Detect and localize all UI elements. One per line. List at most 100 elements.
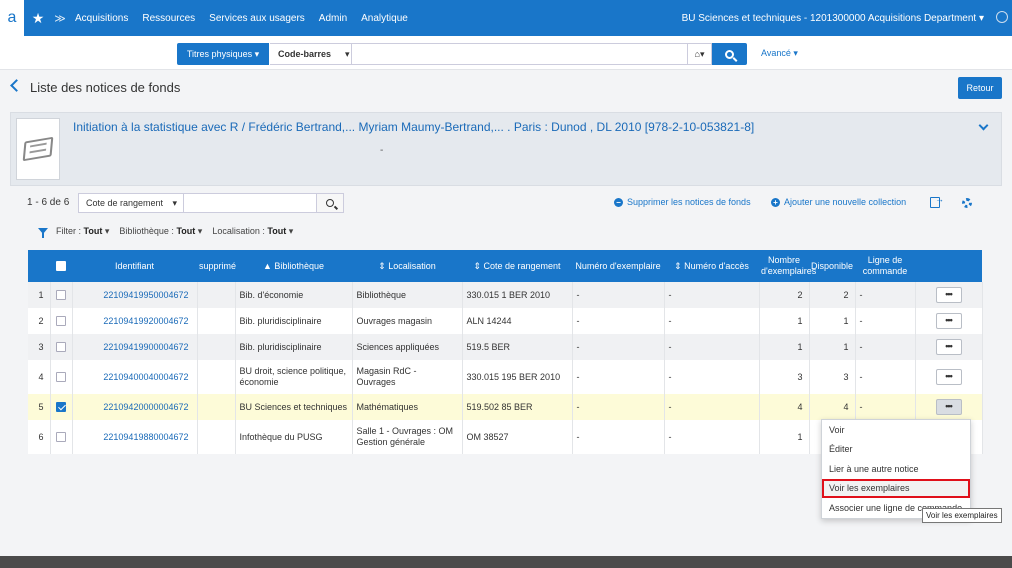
row-more-button[interactable]: ••• — [935, 313, 962, 329]
nav-item-ressources[interactable]: Ressources — [135, 13, 202, 24]
table-header-row: Identifiant supprimé ▲ Bibliothèque ⇕ Lo… — [28, 250, 982, 282]
sort-field-dropdown[interactable]: Cote de rangement ▾ — [78, 193, 184, 213]
row-numero-exemplaire: - — [572, 360, 665, 394]
row-more-button[interactable]: ••• — [935, 287, 962, 303]
search-field-dropdown[interactable]: Code-barres ▾ — [270, 43, 352, 65]
row-identifiant-link[interactable]: 22109400040004672 — [72, 360, 198, 394]
top-navigation-bar: a ★ ≫ Acquisitions Ressources Services a… — [0, 0, 1012, 36]
header-cote[interactable]: ⇕ Cote de rangement — [462, 250, 572, 282]
nav-item-services-usagers[interactable]: Services aux usagers — [202, 13, 312, 24]
row-number: 6 — [28, 420, 51, 454]
search-button[interactable] — [712, 43, 747, 65]
table-row-selected[interactable]: 5 22109420000004672 BU Sciences et techn… — [28, 394, 983, 420]
retour-button[interactable]: Retour — [958, 77, 1002, 99]
header-nombre-exemplaires[interactable]: Nombre d'exemplaires — [759, 250, 816, 282]
gear-icon[interactable] — [962, 198, 972, 208]
header-numero-acces[interactable]: ⇕ Numéro d'accès — [664, 250, 759, 282]
row-numero-exemplaire: - — [572, 282, 665, 308]
back-arrow-icon[interactable] — [10, 79, 23, 92]
row-localisation: Salle 1 - Ouvrages : OM Gestion générale — [352, 420, 463, 454]
app-logo[interactable]: a — [0, 0, 24, 36]
nav-item-analytique[interactable]: Analytique — [354, 13, 415, 24]
search-scope-dropdown[interactable]: Titres physiques ▾ — [177, 43, 269, 65]
menu-item-voir[interactable]: Voir — [822, 420, 970, 440]
row-actions: ••• — [915, 394, 983, 420]
row-actions: ••• — [915, 334, 983, 360]
row-ligne-commande: - — [855, 394, 916, 420]
favorites-star-icon[interactable]: ★ — [24, 10, 52, 27]
menu-item-editer[interactable]: Éditer — [822, 440, 970, 460]
chevron-down-icon: ▾ — [172, 197, 177, 208]
search-input[interactable] — [352, 43, 688, 65]
chevron-down-icon[interactable] — [978, 120, 989, 131]
row-more-button[interactable]: ••• — [935, 339, 962, 355]
filter-library-dropdown[interactable]: Bibliothèque : Tout ▾ — [119, 226, 202, 237]
table-row[interactable]: 1 22109419950004672 Bib. d'économie Bibl… — [28, 282, 983, 308]
row-numero-exemplaire: - — [572, 394, 665, 420]
header-disponible[interactable]: Disponible — [809, 250, 855, 282]
row-identifiant-link[interactable]: 22109419950004672 — [72, 282, 198, 308]
header-ligne-commande[interactable]: Ligne de commande — [855, 250, 915, 282]
row-more-button[interactable]: ••• — [935, 369, 962, 385]
row-bibliotheque: BU droit, science politique, économie — [235, 360, 353, 394]
home-scope-icon[interactable]: ⌂▾ — [688, 43, 712, 65]
table-row[interactable]: 3 22109419900004672 Bib. pluridisciplina… — [28, 334, 983, 360]
institution-selector[interactable]: BU Sciences et techniques - 1201300000 A… — [682, 13, 1012, 24]
nav-expand-icon[interactable]: ≫ — [52, 12, 68, 25]
row-number: 1 — [28, 282, 51, 308]
header-supprime[interactable]: supprimé — [197, 250, 236, 282]
row-disponible: 1 — [809, 308, 856, 334]
globe-icon[interactable] — [996, 11, 1008, 23]
menu-item-lier-notice[interactable]: Lier à une autre notice — [822, 459, 970, 479]
row-number: 4 — [28, 360, 51, 394]
row-numero-exemplaire: - — [572, 420, 665, 454]
row-select[interactable] — [50, 394, 73, 420]
row-numero-acces: - — [664, 282, 760, 308]
row-select[interactable] — [50, 360, 73, 394]
row-identifiant-link[interactable]: 22109419880004672 — [72, 420, 198, 454]
row-identifiant-link[interactable]: 22109419900004672 — [72, 334, 198, 360]
row-number: 3 — [28, 334, 51, 360]
row-checkbox[interactable] — [56, 290, 66, 301]
row-more-button-active[interactable]: ••• — [935, 399, 962, 415]
nav-item-admin[interactable]: Admin — [312, 13, 354, 24]
menu-item-voir-exemplaires[interactable]: Voir les exemplaires — [822, 478, 970, 498]
row-checkbox-checked[interactable] — [56, 402, 66, 413]
row-checkbox[interactable] — [56, 342, 66, 353]
row-cote: OM 38527 — [462, 420, 573, 454]
delete-holdings-link[interactable]: − Supprimer les notices de fonds — [614, 197, 751, 207]
sort-field-label: Cote de rangement — [86, 198, 164, 208]
nav-item-acquisitions[interactable]: Acquisitions — [68, 13, 135, 24]
minus-circle-icon: − — [614, 197, 623, 207]
row-identifiant-link[interactable]: 22109420000004672 — [72, 394, 198, 420]
header-bibliotheque[interactable]: ▲ Bibliothèque — [235, 250, 352, 282]
row-select[interactable] — [50, 420, 73, 454]
table-row[interactable]: 2 22109419920004672 Bib. pluridisciplina… — [28, 308, 983, 334]
add-collection-link[interactable]: + Ajouter une nouvelle collection — [771, 197, 906, 207]
row-checkbox[interactable] — [56, 316, 66, 327]
filter-location-dropdown[interactable]: Localisation : Tout ▾ — [212, 226, 293, 237]
row-checkbox[interactable] — [56, 432, 66, 443]
export-icon[interactable] — [930, 194, 944, 208]
row-select[interactable] — [50, 334, 73, 360]
filter-all-dropdown[interactable]: Filter : Tout ▾ — [56, 226, 109, 237]
header-identifiant[interactable]: Identifiant — [72, 250, 197, 282]
header-localisation[interactable]: ⇕ Localisation — [352, 250, 462, 282]
select-all-checkbox[interactable] — [56, 261, 66, 272]
row-select[interactable] — [50, 282, 73, 308]
advanced-search-link[interactable]: Avancé ▾ — [761, 48, 798, 59]
row-select[interactable] — [50, 308, 73, 334]
list-filter-input[interactable] — [183, 193, 317, 213]
row-ligne-commande: - — [855, 282, 916, 308]
header-numero-exemplaire[interactable]: Numéro d'exemplaire — [572, 250, 664, 282]
row-checkbox[interactable] — [56, 372, 66, 383]
bibliographic-record-card: Initiation à la statistique avec R / Fré… — [10, 112, 1002, 186]
header-select-all[interactable] — [50, 250, 72, 282]
record-title[interactable]: Initiation à la statistique avec R / Fré… — [73, 120, 953, 134]
facet-filter-bar: Filter : Tout ▾ Bibliothèque : Tout ▾ Lo… — [28, 221, 982, 241]
table-row[interactable]: 4 22109400040004672 BU droit, science po… — [28, 360, 983, 394]
row-disponible: 4 — [809, 394, 856, 420]
list-filter-search-button[interactable] — [316, 193, 344, 213]
row-identifiant-link[interactable]: 22109419920004672 — [72, 308, 198, 334]
row-numero-acces: - — [664, 394, 760, 420]
